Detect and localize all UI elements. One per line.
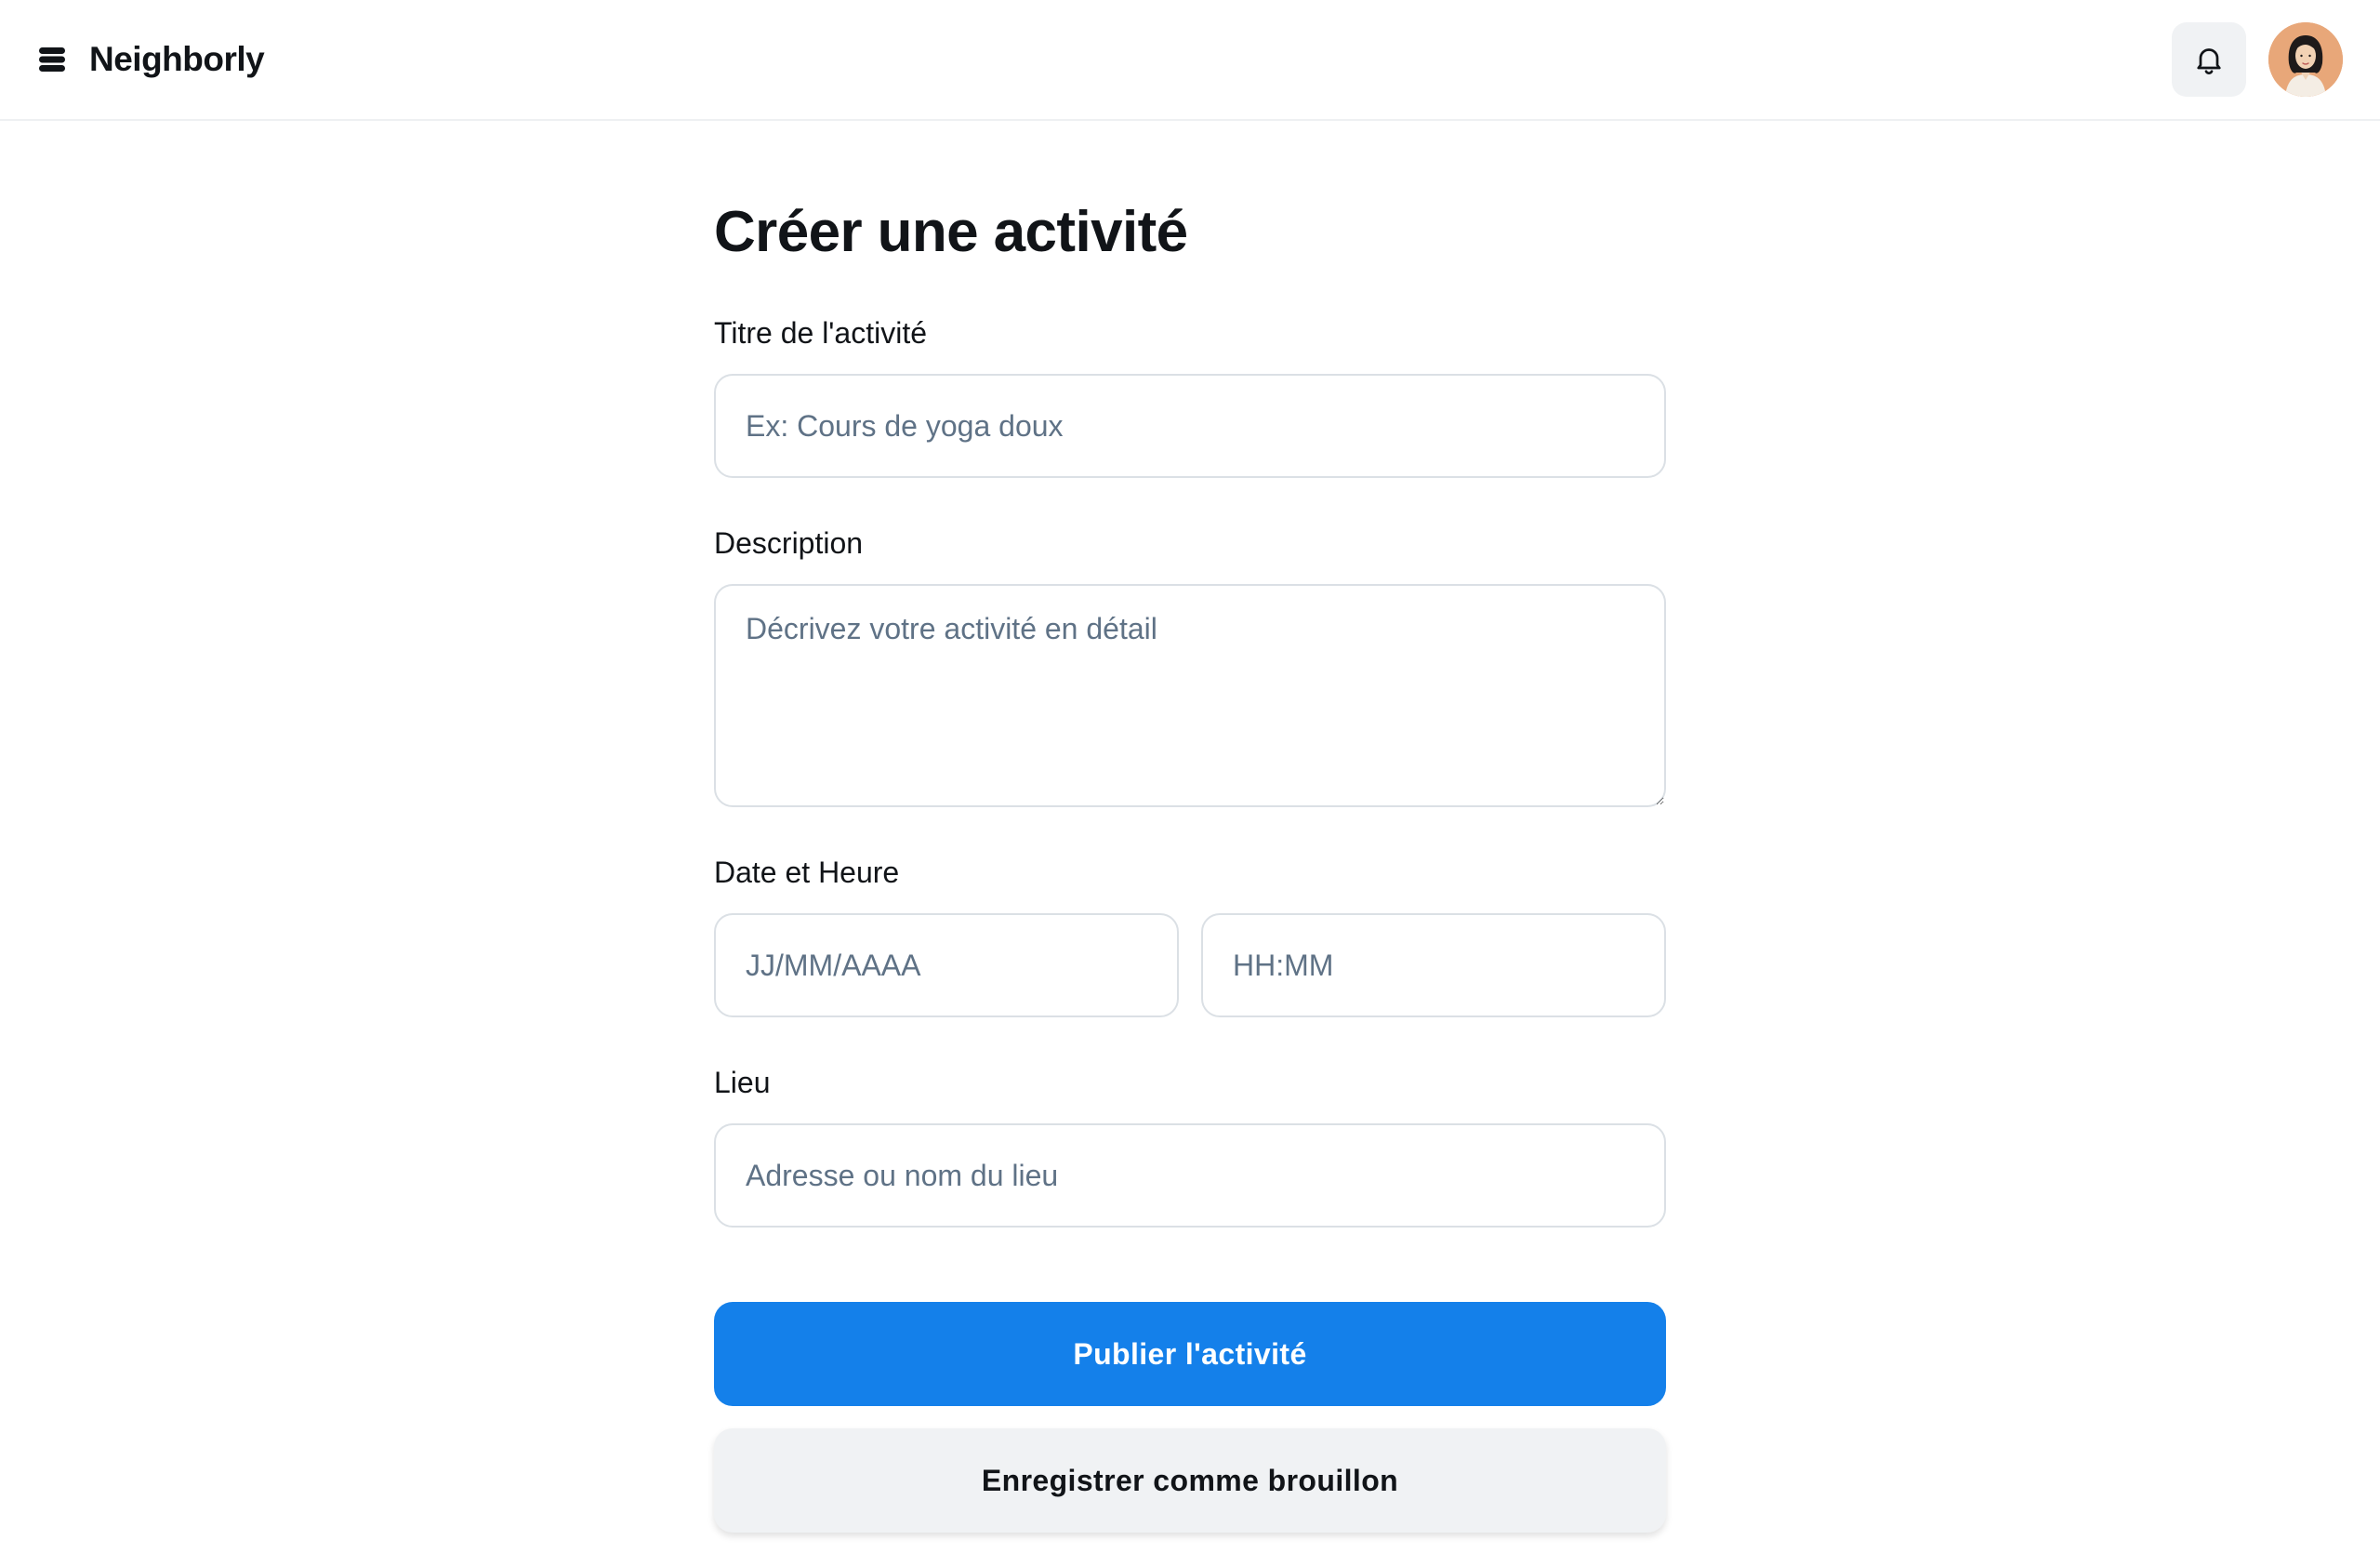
- description-textarea[interactable]: [714, 584, 1666, 807]
- publish-button[interactable]: Publier l'activité: [714, 1302, 1666, 1406]
- user-avatar[interactable]: [2268, 22, 2343, 97]
- date-input[interactable]: [714, 913, 1179, 1017]
- brand[interactable]: Neighborly: [37, 40, 265, 79]
- save-draft-button[interactable]: Enregistrer comme brouillon: [714, 1428, 1666, 1533]
- stack-logo-icon: [39, 47, 65, 72]
- page-title: Créer une activité: [714, 200, 1188, 264]
- datetime-row: [714, 913, 1666, 1017]
- brand-name: Neighborly: [89, 40, 265, 78]
- top-nav-bar: Neighborly: [0, 0, 2380, 121]
- time-input[interactable]: [1201, 913, 1666, 1017]
- location-input[interactable]: [714, 1123, 1666, 1228]
- create-activity-form: Créer une activité Titre de l'activité D…: [714, 121, 1666, 1533]
- activity-title-label: Titre de l'activité: [714, 316, 927, 350]
- bell-icon: [2197, 48, 2221, 74]
- activity-title-input[interactable]: [714, 374, 1666, 478]
- datetime-label: Date et Heure: [714, 856, 900, 889]
- location-label: Lieu: [714, 1066, 771, 1099]
- notifications-button[interactable]: [2172, 22, 2246, 97]
- description-label: Description: [714, 526, 864, 560]
- user-avatar-illustration: [2268, 22, 2343, 97]
- header-actions: [2172, 22, 2343, 97]
